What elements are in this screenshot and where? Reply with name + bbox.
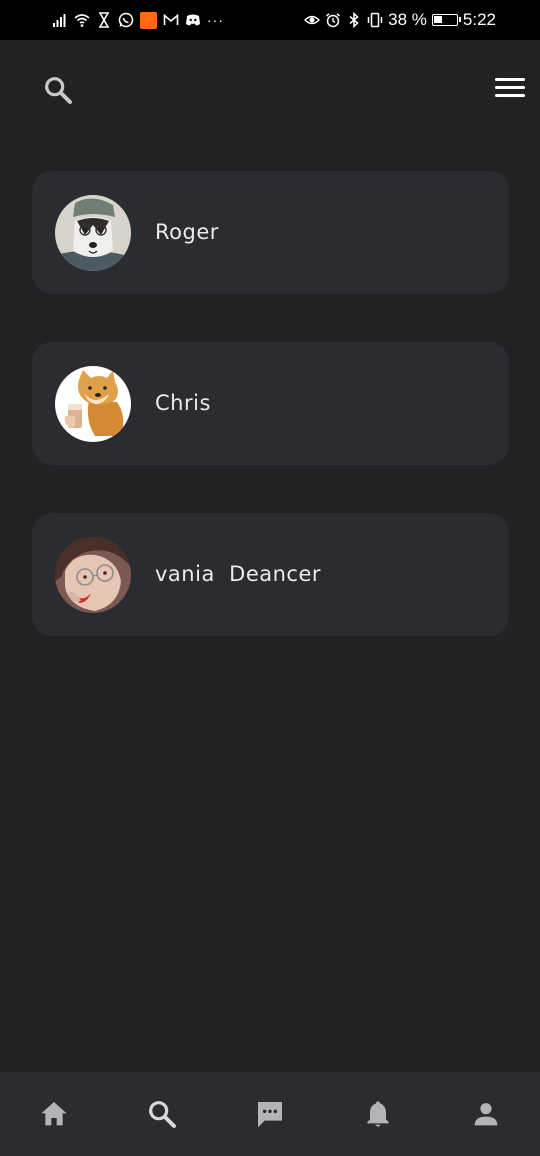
search-icon bbox=[45, 77, 72, 104]
bell-icon bbox=[367, 1101, 389, 1127]
more-notifications-indicator: ··· bbox=[207, 12, 224, 28]
home-icon bbox=[41, 1102, 67, 1126]
contact-card[interactable]: Roger bbox=[32, 171, 509, 294]
signal-icon bbox=[52, 12, 68, 28]
hourglass-icon bbox=[96, 12, 112, 28]
shiba-avatar bbox=[55, 366, 131, 442]
eye-icon bbox=[304, 12, 321, 28]
person-icon bbox=[474, 1103, 498, 1126]
contact-card[interactable]: vania Deancer bbox=[32, 513, 509, 636]
vibrate-icon bbox=[367, 12, 383, 28]
nav-home-button[interactable] bbox=[0, 1072, 108, 1156]
search-icon bbox=[149, 1101, 176, 1128]
nav-profile-button[interactable] bbox=[432, 1072, 540, 1156]
status-bar-left: ··· bbox=[52, 8, 224, 32]
aliexpress-icon bbox=[140, 11, 157, 29]
hamburger-menu-button[interactable] bbox=[495, 78, 525, 102]
whatsapp-icon bbox=[118, 12, 134, 28]
status-bar-right: 38 % 5:22 bbox=[304, 8, 496, 32]
chat-icon bbox=[258, 1102, 282, 1128]
contact-name: Chris bbox=[155, 391, 211, 415]
gmail-icon bbox=[163, 12, 179, 28]
status-time: 5:22 bbox=[462, 10, 496, 29]
status-bar: ··· 38 % 5:22 bbox=[0, 0, 540, 40]
contact-name: Roger bbox=[155, 220, 219, 244]
battery-icon bbox=[431, 14, 461, 26]
wifi-icon bbox=[74, 12, 90, 28]
bluetooth-icon bbox=[346, 12, 362, 28]
hamburger-menu-icon bbox=[495, 78, 525, 81]
search-button[interactable] bbox=[42, 74, 74, 106]
contact-card[interactable]: Chris bbox=[32, 342, 509, 465]
discord-icon bbox=[185, 12, 201, 28]
nav-search-button[interactable] bbox=[108, 1072, 216, 1156]
contact-name: vania Deancer bbox=[155, 562, 322, 586]
alarm-icon bbox=[325, 12, 341, 28]
person-avatar bbox=[55, 537, 131, 613]
battery-percent: 38 % bbox=[388, 10, 427, 29]
bottom-navigation bbox=[0, 1072, 540, 1156]
contact-list: Roger Chris vania Deancer bbox=[32, 171, 509, 684]
nav-chat-button[interactable] bbox=[216, 1072, 324, 1156]
nav-notifications-button[interactable] bbox=[324, 1072, 432, 1156]
husky-avatar bbox=[55, 195, 131, 271]
